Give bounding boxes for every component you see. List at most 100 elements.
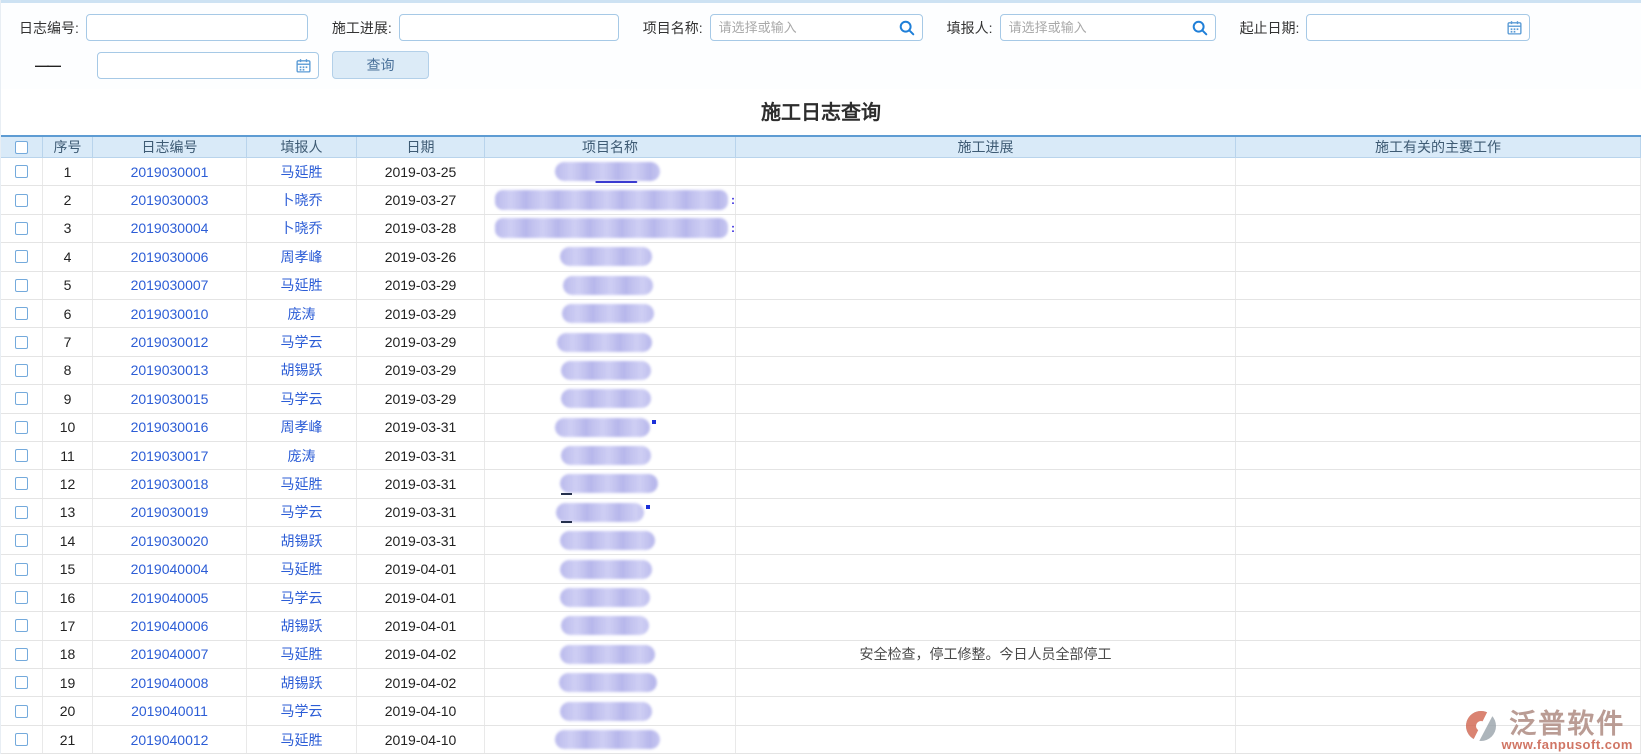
log-no-link[interactable]: 2019030020	[131, 533, 209, 549]
log-no-link[interactable]: 2019030012	[131, 334, 209, 350]
seq-cell: 8	[43, 357, 93, 384]
main-work-cell	[1236, 527, 1641, 554]
log-no-link[interactable]: 2019030013	[131, 362, 209, 378]
row-checkbox[interactable]	[15, 619, 28, 632]
log-no-link[interactable]: 2019030019	[131, 504, 209, 520]
log-no-link[interactable]: 2019040011	[131, 703, 208, 719]
filler-link[interactable]: 胡锡跃	[281, 616, 323, 636]
row-checkbox[interactable]	[15, 279, 28, 292]
row-checkbox[interactable]	[15, 705, 28, 718]
row-checkbox[interactable]	[15, 250, 28, 263]
log-no-link[interactable]: 2019030018	[131, 476, 209, 492]
calendar-icon[interactable]	[295, 57, 312, 74]
filler-link[interactable]: 马延胜	[281, 474, 323, 494]
log-no-link[interactable]: 2019030010	[131, 306, 209, 322]
redacted-project-name	[555, 162, 660, 181]
filler-link[interactable]: 卜晓乔	[281, 190, 323, 210]
redacted-project-name	[555, 418, 650, 437]
row-checkbox[interactable]	[15, 506, 28, 519]
row-checkbox[interactable]	[15, 392, 28, 405]
seq-cell: 12	[43, 470, 93, 497]
row-checkbox[interactable]	[15, 733, 28, 746]
log-no-link[interactable]: 2019030006	[131, 249, 209, 265]
row-checkbox[interactable]	[15, 421, 28, 434]
log-no-link[interactable]: 2019040005	[131, 590, 209, 606]
row-checkbox[interactable]	[15, 563, 28, 576]
filler-link[interactable]: 马学云	[281, 701, 323, 721]
row-checkbox[interactable]	[15, 336, 28, 349]
row-checkbox[interactable]	[15, 648, 28, 661]
row-checkbox-cell	[1, 499, 43, 526]
log-no-link[interactable]: 2019030016	[131, 419, 209, 435]
row-checkbox[interactable]	[15, 534, 28, 547]
log-no-link[interactable]: 2019040008	[131, 675, 209, 691]
filler-link[interactable]: 胡锡跃	[281, 531, 323, 551]
log-no-link[interactable]: 2019030007	[131, 277, 209, 293]
filler-link[interactable]: 马学云	[281, 332, 323, 352]
filler-link[interactable]: 马学云	[281, 588, 323, 608]
column-header: 施工进展	[736, 137, 1236, 157]
filler-link[interactable]: 庞涛	[288, 304, 316, 324]
log-no-link[interactable]: 2019040012	[131, 732, 209, 748]
table-row: 22019030003卜晓乔2019-03-27:	[1, 186, 1641, 214]
row-checkbox[interactable]	[15, 591, 28, 604]
filler-link[interactable]: 周孝峰	[281, 247, 323, 267]
project-name-cell	[485, 499, 736, 526]
project-name-cell	[485, 328, 736, 355]
filler-link[interactable]: 马延胜	[281, 275, 323, 295]
row-checkbox[interactable]	[15, 477, 28, 490]
progress-input[interactable]	[399, 14, 619, 41]
filler-link[interactable]: 胡锡跃	[281, 360, 323, 380]
date-range-separator: ——	[35, 57, 59, 73]
search-icon[interactable]	[1191, 19, 1209, 37]
log-no-link[interactable]: 2019030015	[131, 391, 209, 407]
log-no-input[interactable]	[86, 14, 308, 41]
row-checkbox[interactable]	[15, 165, 28, 178]
project-name-cell	[485, 584, 736, 611]
row-checkbox[interactable]	[15, 307, 28, 320]
filler-link[interactable]: 庞涛	[288, 446, 316, 466]
log-no-link[interactable]: 2019030003	[131, 192, 209, 208]
redacted-project-name	[559, 673, 657, 692]
row-checkbox-cell	[1, 414, 43, 441]
table-row: 202019040011马学云2019-04-10	[1, 697, 1641, 725]
end-date-input[interactable]	[97, 52, 319, 79]
calendar-icon[interactable]	[1506, 19, 1523, 36]
log-no-link[interactable]: 2019030017	[131, 448, 209, 464]
progress-cell	[736, 726, 1236, 753]
progress-cell	[736, 215, 1236, 242]
filler-link[interactable]: 周孝峰	[281, 417, 323, 437]
query-button[interactable]: 查询	[332, 51, 429, 79]
row-checkbox[interactable]	[15, 676, 28, 689]
log-no-link[interactable]: 2019040007	[131, 646, 209, 662]
project-name-cell	[485, 243, 736, 270]
filler-link[interactable]: 卜晓乔	[281, 218, 323, 238]
main-work-cell	[1236, 612, 1641, 639]
filler-link[interactable]: 马延胜	[281, 559, 323, 579]
row-checkbox[interactable]	[15, 194, 28, 207]
project-name-cell	[485, 158, 736, 185]
table-row: 52019030007马延胜2019-03-29	[1, 272, 1641, 300]
select-all-checkbox[interactable]	[15, 141, 28, 154]
filler-link[interactable]: 马延胜	[281, 644, 323, 664]
row-checkbox[interactable]	[15, 449, 28, 462]
table-row: 72019030012马学云2019-03-29	[1, 328, 1641, 356]
filler-link[interactable]: 胡锡跃	[281, 673, 323, 693]
log-no-link[interactable]: 2019040004	[131, 561, 209, 577]
filler-link[interactable]: 马学云	[281, 502, 323, 522]
filler-link[interactable]: 马延胜	[281, 162, 323, 182]
row-checkbox[interactable]	[15, 364, 28, 377]
log-no-link[interactable]: 2019030004	[131, 220, 209, 236]
row-checkbox[interactable]	[15, 222, 28, 235]
progress-cell	[736, 158, 1236, 185]
log-no-link[interactable]: 2019040006	[131, 618, 209, 634]
start-date-input[interactable]	[1306, 14, 1530, 41]
filler-link[interactable]: 马学云	[281, 389, 323, 409]
log-no-link[interactable]: 2019030001	[131, 164, 209, 180]
project-name-cell	[485, 357, 736, 384]
filler-link[interactable]: 马延胜	[281, 730, 323, 750]
search-icon[interactable]	[898, 19, 916, 37]
project-name-input[interactable]	[710, 14, 923, 41]
table-row: 132019030019马学云2019-03-31	[1, 499, 1641, 527]
filler-input[interactable]	[1000, 14, 1216, 41]
